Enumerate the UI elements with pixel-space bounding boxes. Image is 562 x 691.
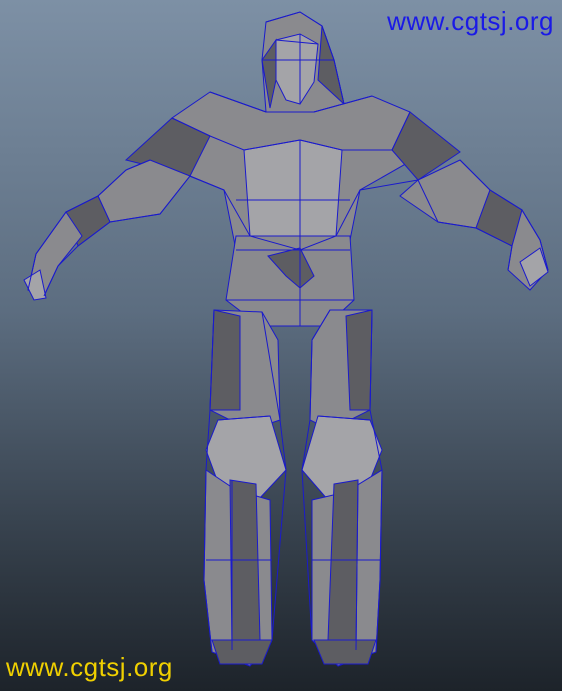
right-arm-mesh	[399, 159, 549, 291]
armored-character-mesh	[23, 11, 549, 667]
maya-viewport[interactable]: www.cgtsj.org www.cgtsj.org	[0, 0, 562, 691]
watermark-bottom: www.cgtsj.org	[6, 652, 173, 682]
legs-mesh	[203, 309, 383, 667]
torso-mesh	[124, 91, 461, 327]
watermark-top: www.cgtsj.org	[387, 6, 554, 36]
head-mesh	[261, 11, 345, 113]
left-arm-mesh	[23, 159, 191, 301]
